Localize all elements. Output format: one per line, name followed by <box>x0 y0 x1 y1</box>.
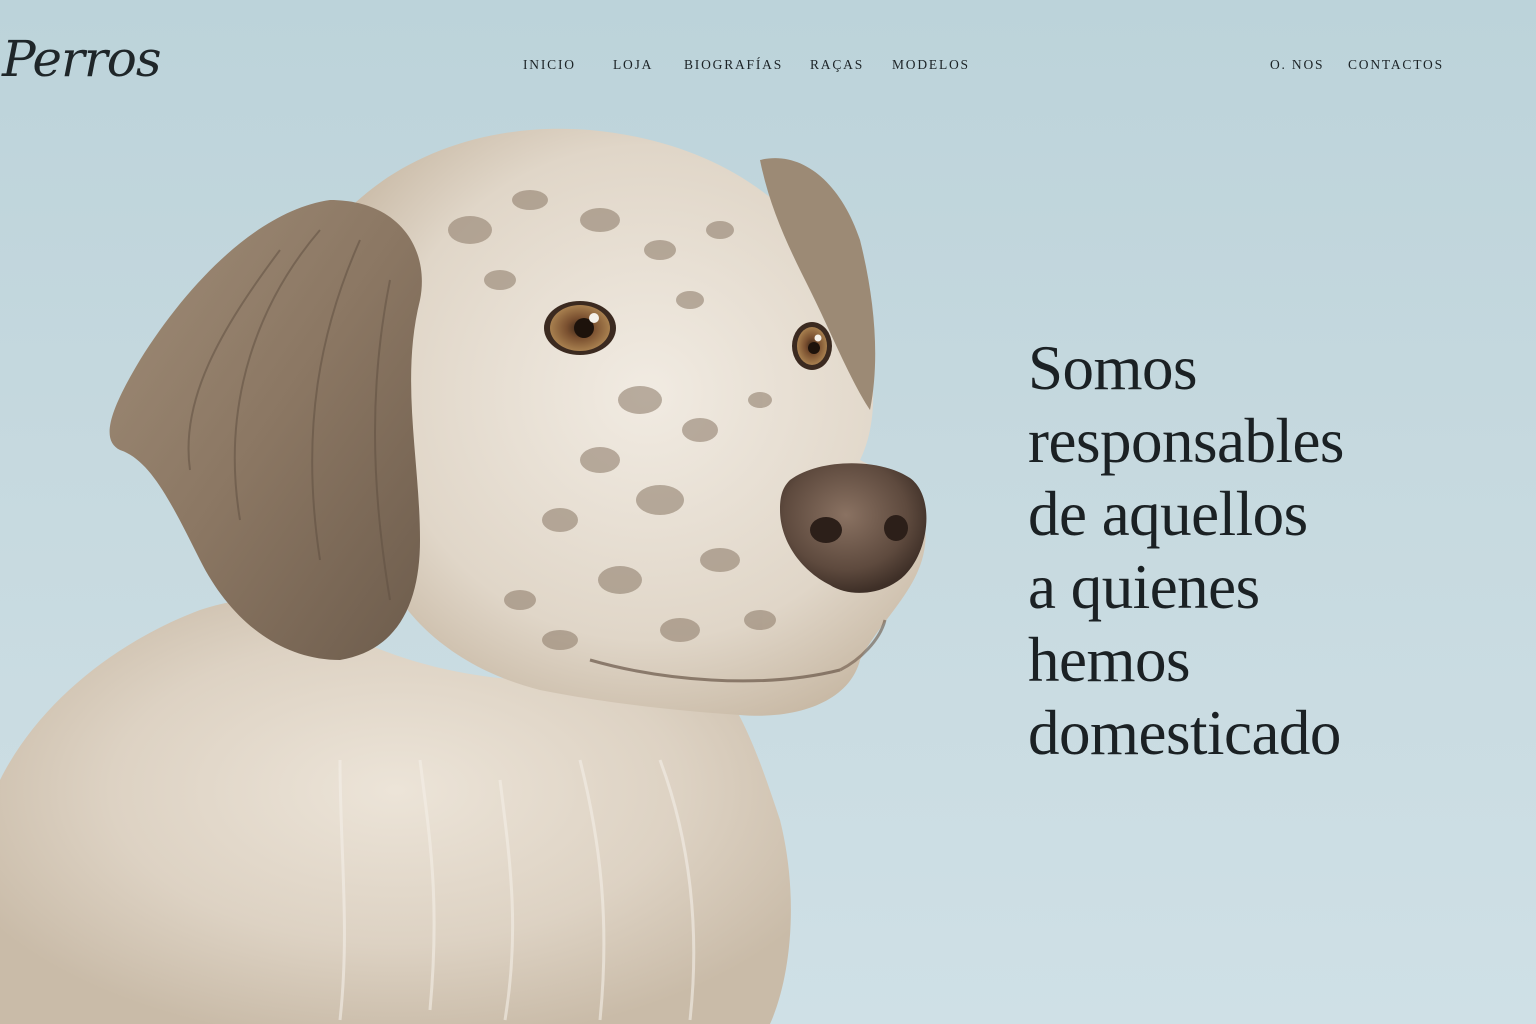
hero-headline-line: de aquellos <box>1028 479 1308 549</box>
hero-dog-image <box>0 128 927 1024</box>
nav-item-contactos[interactable]: CONTACTOS <box>1348 57 1444 73</box>
nav-item-modelos[interactable]: MODELOS <box>892 57 970 73</box>
nav-item-biografias[interactable]: BIOGRAFÍAS <box>684 57 783 73</box>
nav-item-racas[interactable]: RAÇAS <box>810 57 864 73</box>
hero-headline-line: responsables <box>1028 406 1344 476</box>
brand-logo[interactable]: Perros <box>2 30 162 88</box>
hero-headline: Somos responsables de aquellos a quienes… <box>1028 332 1468 770</box>
nav-item-inicio[interactable]: INICIO <box>523 57 576 73</box>
nav-item-o-nos[interactable]: O. NOS <box>1270 57 1324 73</box>
hero-headline-line: a quienes <box>1028 552 1260 622</box>
nav-item-loja[interactable]: LOJA <box>613 57 653 73</box>
hero-headline-line: hemos <box>1028 625 1190 695</box>
hero-headline-line: domesticado <box>1028 698 1341 768</box>
hero-headline-line: Somos <box>1028 333 1198 403</box>
